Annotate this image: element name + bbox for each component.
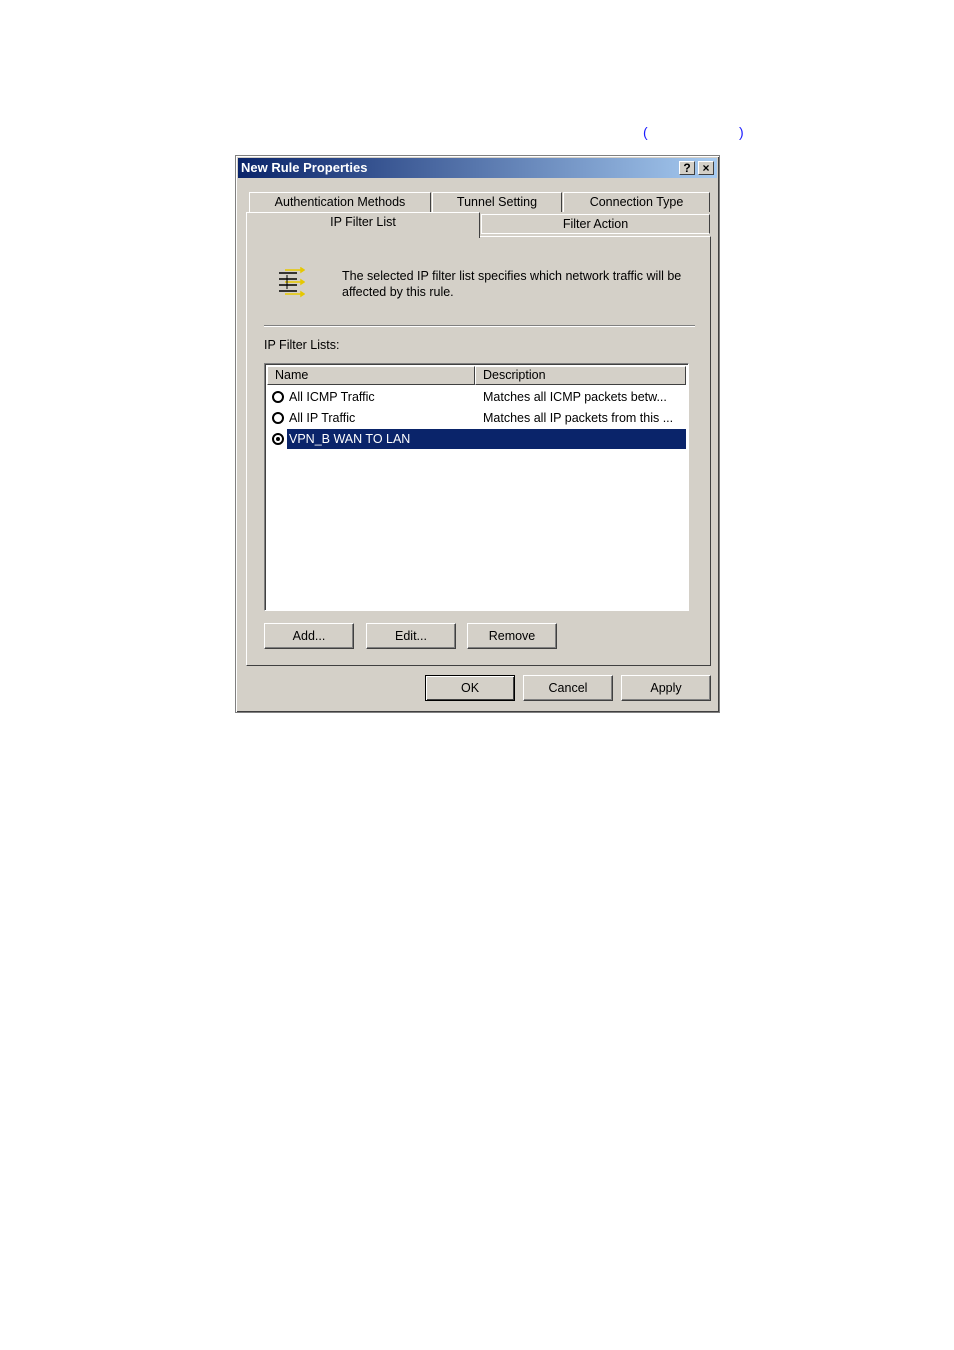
- ip-filter-list-panel: The selected IP filter list specifies wh…: [246, 236, 711, 666]
- annotation-open-paren: (: [643, 124, 648, 140]
- radio-button[interactable]: [272, 391, 284, 403]
- remove-button[interactable]: Remove: [467, 623, 557, 649]
- annotation-close-paren: ): [739, 124, 744, 140]
- edit-button[interactable]: Edit...: [366, 623, 456, 649]
- dialog-title: New Rule Properties: [241, 160, 368, 175]
- title-bar: New Rule Properties ? ×: [238, 158, 717, 178]
- ip-filter-listview[interactable]: Name Description All ICMP Traffic Matche…: [264, 363, 689, 611]
- tab-ip-filter-list[interactable]: IP Filter List: [246, 212, 480, 238]
- separator: [264, 325, 695, 327]
- filter-list-icon: [279, 267, 305, 298]
- list-item[interactable]: All IP Traffic Matches all IP packets fr…: [267, 408, 686, 428]
- ip-filter-lists-label: IP Filter Lists:: [264, 338, 340, 352]
- tab-authentication-methods[interactable]: Authentication Methods: [249, 192, 431, 212]
- apply-button[interactable]: Apply: [621, 675, 711, 701]
- close-button[interactable]: ×: [698, 161, 714, 175]
- add-button[interactable]: Add...: [264, 623, 354, 649]
- radio-button-selected[interactable]: [272, 433, 284, 445]
- cancel-button[interactable]: Cancel: [523, 675, 613, 701]
- new-rule-properties-dialog: New Rule Properties ? × Authentication M…: [235, 155, 720, 713]
- tab-filter-action[interactable]: Filter Action: [481, 214, 710, 234]
- column-header-name[interactable]: Name: [267, 366, 475, 385]
- tab-connection-type[interactable]: Connection Type: [563, 192, 710, 212]
- radio-button[interactable]: [272, 412, 284, 424]
- filter-description-text: The selected IP filter list specifies wh…: [342, 269, 682, 299]
- list-item[interactable]: All ICMP Traffic Matches all ICMP packet…: [267, 387, 686, 407]
- tab-tunnel-setting[interactable]: Tunnel Setting: [432, 192, 562, 212]
- ok-button[interactable]: OK: [425, 675, 515, 701]
- help-button[interactable]: ?: [679, 161, 695, 175]
- column-header-description[interactable]: Description: [475, 366, 686, 385]
- list-item-selected[interactable]: VPN_B WAN TO LAN: [267, 429, 686, 449]
